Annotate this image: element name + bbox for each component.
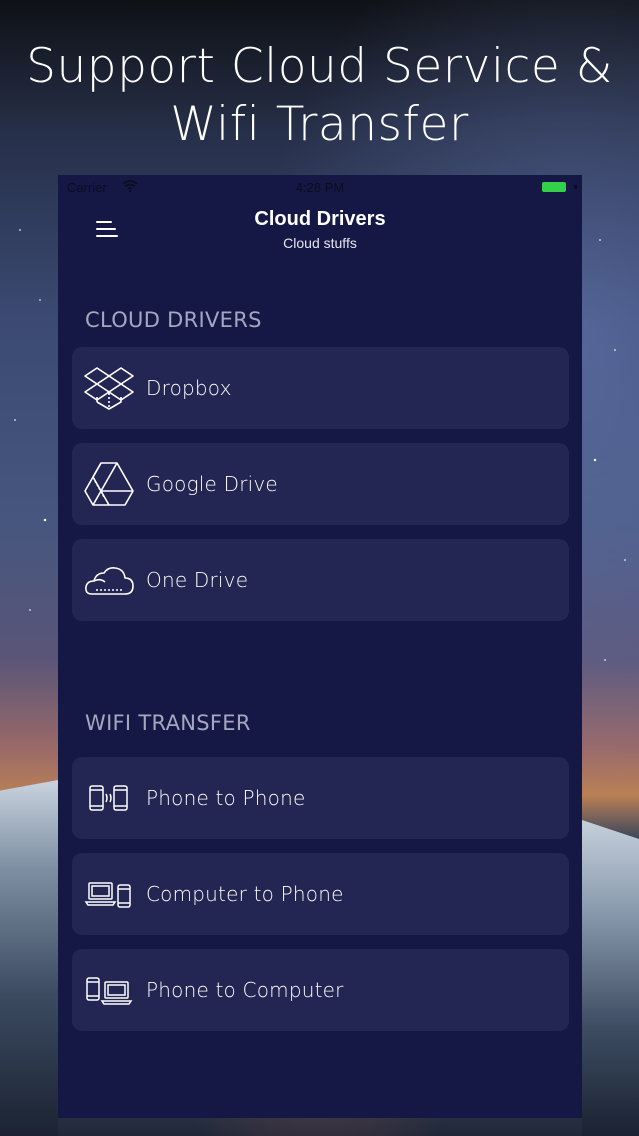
list-item-google-drive[interactable]: Google Drive (72, 443, 569, 525)
promo-headline: Support Cloud Service & Wifi Transfer (0, 38, 639, 154)
battery-icon (542, 182, 577, 192)
list-item-dropbox[interactable]: Dropbox (72, 347, 569, 429)
status-bar: Carrier 4:28 PM (58, 175, 582, 199)
battery-tip (574, 185, 577, 189)
nav-bar: Cloud Drivers Cloud stuffs (58, 203, 582, 259)
snowy-mountain-left (0, 780, 58, 1136)
section-header-wifi-transfer: WIFI TRANSFER (85, 711, 251, 735)
phone-to-phone-icon (89, 785, 128, 811)
battery-level (542, 182, 566, 192)
onedrive-icon (85, 567, 134, 595)
list-item-phone-to-phone[interactable]: Phone to Phone (72, 757, 569, 839)
list-item-label: Phone to Computer (146, 978, 344, 1002)
list-item-computer-to-phone[interactable]: Computer to Phone (72, 853, 569, 935)
page-title: Cloud Drivers (254, 208, 386, 230)
section-header-cloud-drivers: CLOUD DRIVERS (85, 308, 262, 332)
page-subtitle: Cloud stuffs (283, 235, 357, 251)
snowy-mountain-right (582, 820, 639, 1136)
list-item-label: Phone to Phone (146, 786, 306, 810)
dropbox-icon (84, 367, 134, 410)
phone-to-computer-icon (86, 977, 133, 1005)
list-item-label: One Drive (146, 568, 249, 592)
google-drive-icon (84, 462, 134, 506)
list-item-label: Computer to Phone (146, 882, 344, 906)
list-item-phone-to-computer[interactable]: Phone to Computer (72, 949, 569, 1031)
list-item-label: Dropbox (146, 376, 232, 400)
status-time: 4:28 PM (295, 180, 345, 195)
app-screen: Carrier 4:28 PM Cloud Drivers Cloud stuf… (58, 175, 582, 1118)
list-item-one-drive[interactable]: One Drive (72, 539, 569, 621)
list-item-label: Google Drive (146, 472, 278, 496)
headline-line-1: Support Cloud Service & (26, 39, 613, 94)
computer-to-phone-icon (84, 882, 131, 908)
headline-line-2: Wifi Transfer (170, 97, 469, 152)
